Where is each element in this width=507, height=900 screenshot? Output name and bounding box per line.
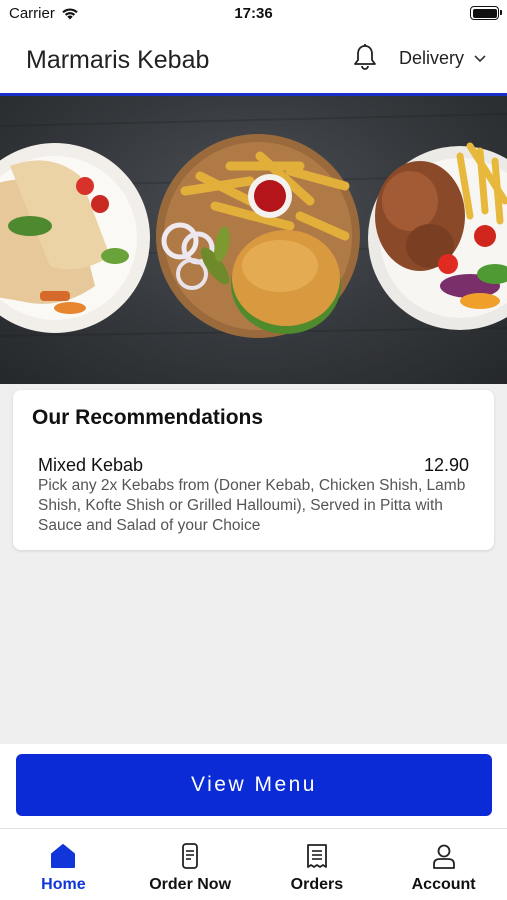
- tab-order-now[interactable]: Order Now: [127, 829, 254, 900]
- tab-orders[interactable]: Orders: [254, 829, 381, 900]
- status-bar: Carrier 17:36: [0, 0, 507, 26]
- home-icon: [51, 844, 76, 868]
- app-header: Marmaris Kebab Delivery: [0, 26, 507, 94]
- item-name: Mixed Kebab: [38, 455, 144, 475]
- receipt-icon: [306, 844, 327, 868]
- battery-icon: [470, 6, 502, 20]
- recommendations-card: Our Recommendations Mixed Kebab 12.90 Pi…: [13, 390, 494, 550]
- order-now-icon: [182, 843, 199, 869]
- tab-account[interactable]: Account: [380, 829, 507, 900]
- chevron-down-icon: [474, 54, 486, 62]
- delivery-mode-label: Delivery: [399, 48, 465, 68]
- tab-orders-label: Orders: [290, 876, 344, 893]
- recommendations-title: Our Recommendations: [32, 406, 264, 429]
- tab-home[interactable]: Home: [0, 829, 127, 900]
- person-icon: [432, 844, 455, 869]
- tab-account-label: Account: [411, 876, 476, 893]
- item-price: 12.90: [423, 455, 469, 475]
- wrap-plate: [0, 143, 150, 333]
- item-description: Pick any 2x Kebabs from (Doner Kebab, Ch…: [38, 477, 466, 534]
- tab-bar: Home Order Now Orders Account: [0, 828, 507, 900]
- burger-board: [156, 134, 360, 338]
- status-time: 17:36: [234, 5, 273, 22]
- doner-plate: [368, 142, 507, 330]
- view-menu-button[interactable]: View Menu: [16, 754, 492, 816]
- notification-bell-icon[interactable]: [350, 43, 380, 73]
- food-illustration: [0, 113, 507, 338]
- delivery-mode-dropdown[interactable]: Delivery: [399, 48, 486, 69]
- restaurant-title: Marmaris Kebab: [26, 46, 210, 74]
- tab-home-label: Home: [41, 876, 86, 893]
- tab-order-now-label: Order Now: [149, 876, 232, 893]
- hero-food-banner: [0, 96, 507, 384]
